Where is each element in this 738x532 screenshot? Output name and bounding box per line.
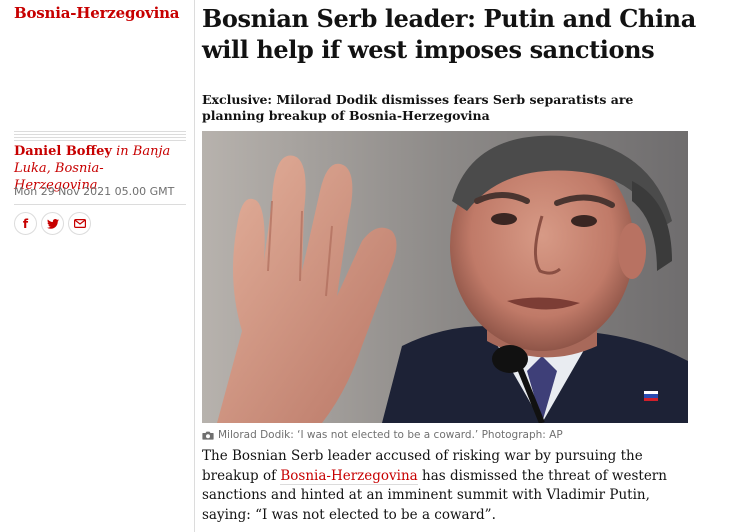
facebook-icon: f (22, 216, 29, 231)
article-photo (202, 131, 688, 423)
camera-icon (202, 431, 214, 440)
article-headline: Bosnian Serb leader: Putin and China wil… (202, 4, 696, 64)
bosnia-herzegovina-link[interactable]: Bosnia-Herzegovina (280, 467, 418, 485)
byline-in: in (111, 144, 133, 159)
facebook-share-button[interactable]: f (14, 212, 37, 235)
caption-text: Milorad Dodik: ‘I was not elected to be … (218, 429, 563, 441)
article-standfirst: Exclusive: Milorad Dodik dismisses fears… (202, 92, 634, 123)
share-buttons: f (14, 212, 91, 235)
photo-caption: Milorad Dodik: ‘I was not elected to be … (202, 429, 563, 441)
twitter-share-button[interactable] (41, 212, 64, 235)
photo-illustration (202, 131, 688, 423)
email-icon (73, 219, 86, 228)
publish-date: Mon 29 Nov 2021 05.00 GMT (14, 185, 175, 198)
article-body-paragraph: The Bosnian Serb leader accused of riski… (202, 447, 686, 525)
twitter-icon (46, 218, 59, 229)
date-divider (14, 204, 186, 205)
left-column: Bosnia-Herzegovina Daniel Boffey in Banj… (0, 0, 194, 532)
column-divider (194, 0, 195, 532)
section-link[interactable]: Bosnia-Herzegovina (14, 4, 179, 22)
email-share-button[interactable] (68, 212, 91, 235)
byline-divider (14, 131, 186, 143)
author-link[interactable]: Daniel Boffey (14, 144, 112, 159)
